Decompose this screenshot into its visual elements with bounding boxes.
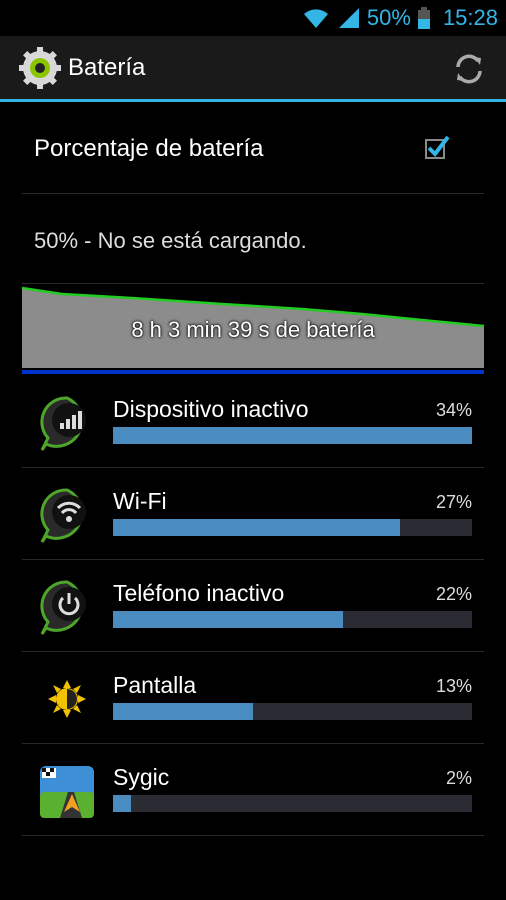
usage-item-percent: 27%	[435, 492, 472, 512]
wifi-icon	[40, 488, 86, 543]
refresh-icon[interactable]	[450, 50, 488, 88]
usage-item-name: Sygic	[113, 764, 170, 790]
usage-bar-fill	[113, 427, 472, 444]
signal-icon	[40, 396, 86, 451]
status-bar: 50% 15:28	[0, 0, 506, 36]
usage-list: Dispositivo inactivo 34% Wi-Fi 27% Teléf…	[22, 376, 484, 836]
usage-item-name: Pantalla	[113, 672, 197, 698]
usage-item-pantalla[interactable]: Pantalla 13%	[22, 652, 484, 744]
page-title: Batería	[68, 54, 146, 81]
usage-bar-fill	[113, 519, 401, 536]
battery-percent-text: 50%	[366, 5, 411, 30]
usage-item-name: Teléfono inactivo	[113, 580, 285, 606]
settings-gear-icon[interactable]	[18, 46, 62, 90]
clock: 15:28	[442, 5, 498, 30]
usage-item-percent: 2%	[445, 768, 472, 788]
usage-item-name: Dispositivo inactivo	[113, 396, 309, 422]
battery-status-text: 50% - No se está cargando.	[34, 228, 307, 253]
battery-percentage-toggle-row[interactable]: Porcentaje de batería	[22, 104, 484, 194]
brightness-icon	[48, 680, 86, 718]
sygic-navigation-icon	[40, 766, 94, 818]
battery-time-label: 8 h 3 min 39 s de batería	[131, 317, 375, 342]
action-bar-divider	[0, 99, 506, 102]
usage-item-wifi[interactable]: Wi-Fi 27%	[22, 468, 484, 560]
usage-item-sygic[interactable]: Sygic 2%	[22, 744, 484, 836]
battery-history-graph[interactable]: 8 h 3 min 39 s de batería	[21, 284, 485, 368]
battery-status-row: 50% - No se está cargando.	[22, 194, 484, 284]
charging-state-bar	[22, 370, 484, 374]
battery-percentage-checkbox[interactable]	[424, 134, 450, 160]
usage-item-percent: 13%	[435, 676, 472, 696]
usage-bar-track	[113, 795, 472, 812]
usage-bar-fill	[113, 611, 343, 628]
usage-bar-track	[113, 611, 472, 628]
usage-item-name: Wi-Fi	[113, 488, 167, 514]
usage-item-percent: 34%	[435, 400, 472, 420]
usage-bar-track	[113, 519, 472, 536]
usage-bar-track	[113, 427, 472, 444]
usage-item-telefono-inactivo[interactable]: Teléfono inactivo 22%	[22, 560, 484, 652]
power-icon	[40, 580, 86, 635]
cell-signal-icon	[338, 8, 359, 28]
wifi-status-icon	[303, 9, 328, 28]
usage-item-percent: 22%	[435, 584, 472, 604]
usage-item-dispositivo-inactivo[interactable]: Dispositivo inactivo 34%	[22, 376, 484, 468]
usage-bar-track	[113, 703, 472, 720]
action-bar: Batería	[0, 36, 506, 102]
battery-percentage-label: Porcentaje de batería	[34, 135, 264, 162]
usage-bar-fill	[113, 703, 253, 720]
usage-bar-fill	[113, 795, 131, 812]
battery-status-icon	[417, 7, 430, 29]
